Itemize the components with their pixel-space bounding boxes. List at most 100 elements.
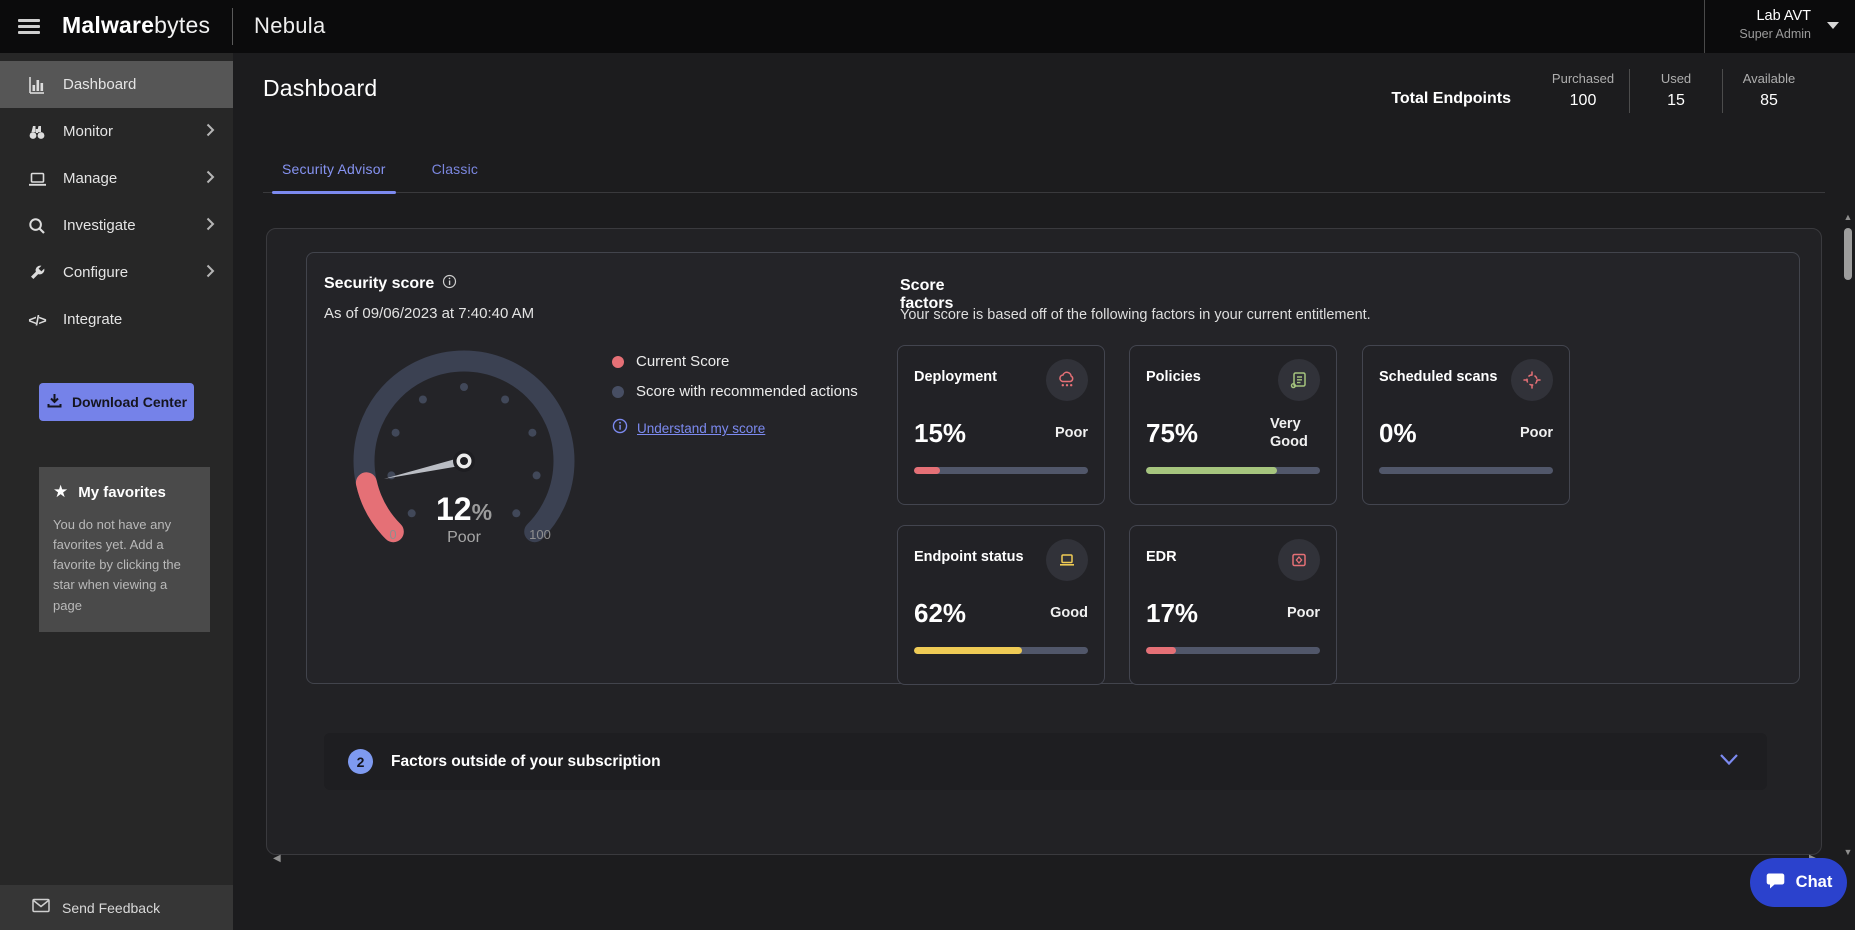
stat-label: Used — [1630, 69, 1722, 89]
factor-name: Scheduled scans — [1379, 369, 1497, 385]
factor-progress-fill — [914, 647, 1022, 654]
sidebar-item-monitor[interactable]: Monitor — [0, 108, 233, 155]
favorites-empty-text: You do not have any favorites yet. Add a… — [53, 515, 196, 616]
sidebar-item-label: Dashboard — [63, 76, 136, 93]
scroll-left-arrow[interactable]: ◀ — [273, 853, 281, 864]
factor-name: Endpoint status — [914, 549, 1024, 565]
sidebar-item-manage[interactable]: Manage — [0, 155, 233, 202]
chevron-right-icon — [206, 123, 215, 142]
understand-my-score-link[interactable]: Understand my score — [612, 418, 858, 439]
chat-bubble-icon — [1765, 871, 1786, 894]
tab-label: Classic — [432, 161, 479, 177]
star-icon: ★ — [53, 482, 68, 502]
search-icon — [26, 215, 48, 237]
security-advisor-panel: Security score As of 09/06/2023 at 7:40:… — [266, 228, 1822, 855]
send-feedback-label: Send Feedback — [62, 900, 160, 916]
total-endpoints-summary: Total Endpoints Purchased 100 Used 15 Av… — [1391, 69, 1815, 114]
tab-security-advisor[interactable]: Security Advisor — [280, 151, 388, 192]
factors-outside-label: Factors outside of your subscription — [391, 753, 661, 771]
sidebar-nav: Dashboard Monitor Manage Investiga — [0, 53, 233, 343]
sidebar-item-configure[interactable]: Configure — [0, 249, 233, 296]
gauge-max-label: 100 — [523, 527, 557, 542]
gauge-percent-sign: % — [472, 499, 492, 525]
top-bar: Malwarebytes Nebula Lab AVT Super Admin — [0, 0, 1855, 53]
factor-name: Policies — [1146, 369, 1201, 385]
sidebar-item-label: Manage — [63, 170, 117, 187]
security-score-title: Security score — [324, 275, 434, 293]
factor-status: Poor — [1520, 424, 1553, 442]
user-divider — [1704, 0, 1705, 53]
code-icon: </> — [26, 309, 48, 331]
sidebar-item-label: Configure — [63, 264, 128, 281]
user-menu[interactable]: Lab AVT Super Admin — [1739, 7, 1811, 42]
sidebar-item-investigate[interactable]: Investigate — [0, 202, 233, 249]
send-feedback-button[interactable]: Send Feedback — [0, 885, 233, 930]
chevron-down-icon[interactable] — [1719, 753, 1739, 771]
factors-outside-subscription-bar[interactable]: 2 Factors outside of your subscription — [324, 733, 1767, 790]
chevron-right-icon — [206, 264, 215, 283]
factor-percent: 15% — [914, 418, 966, 449]
brand-light: bytes — [154, 12, 210, 38]
security-score-card: Security score As of 09/06/2023 at 7:40:… — [306, 252, 1800, 684]
stat-available: Available 85 — [1723, 69, 1815, 114]
factor-status: Poor — [1287, 604, 1320, 622]
understand-link-label: Understand my score — [637, 421, 765, 436]
factor-percent: 17% — [1146, 598, 1198, 629]
chat-button[interactable]: Chat — [1750, 858, 1847, 907]
factor-percent: 0% — [1379, 418, 1417, 449]
factor-progress-track — [914, 467, 1088, 474]
sidebar-item-integrate[interactable]: </> Integrate — [0, 296, 233, 343]
sidebar-item-label: Monitor — [63, 123, 113, 140]
factor-card-policies: Policies 75% Very Good — [1129, 345, 1337, 505]
scroll-up-arrow[interactable]: ▲ — [1842, 212, 1854, 222]
user-caret-down-icon[interactable] — [1827, 22, 1839, 29]
factor-progress-track — [1146, 647, 1320, 654]
factor-name: EDR — [1146, 549, 1177, 565]
info-circle-icon — [612, 418, 628, 439]
topbar-divider — [232, 8, 233, 45]
factor-progress-fill — [1146, 467, 1277, 474]
tab-classic[interactable]: Classic — [430, 151, 481, 192]
legend-dot-current — [612, 356, 624, 368]
factor-card-edr: EDR 17% Poor — [1129, 525, 1337, 685]
download-center-button[interactable]: Download Center — [39, 383, 194, 421]
factor-progress-fill — [1146, 647, 1176, 654]
count-badge: 2 — [348, 749, 373, 774]
vertical-scrollbar[interactable]: ▲ ▼ — [1842, 212, 1854, 857]
envelope-icon — [32, 898, 50, 918]
malwarebytes-logo: Malwarebytes — [62, 12, 210, 39]
endpoint-laptop-icon — [1046, 539, 1088, 581]
legend-label: Current Score — [636, 353, 729, 370]
page-title: Dashboard — [263, 75, 377, 102]
gauge-value-number: 12 — [436, 491, 472, 527]
factor-card-endpoint-status: Endpoint status 62% Good — [897, 525, 1105, 685]
gauge-status-label: Poor — [319, 529, 609, 547]
hamburger-menu-icon[interactable] — [18, 16, 40, 36]
brand-bold: Malware — [62, 12, 154, 38]
bar-chart-icon — [26, 74, 48, 96]
active-tab-underline — [272, 191, 396, 194]
factor-percent: 62% — [914, 598, 966, 629]
gauge-legend: Current Score Score with recommended act… — [612, 353, 858, 439]
scroll-down-arrow[interactable]: ▼ — [1842, 847, 1854, 857]
factor-name: Deployment — [914, 369, 997, 385]
my-favorites-panel: ★ My favorites You do not have any favor… — [39, 467, 210, 632]
chevron-right-icon — [206, 170, 215, 189]
stat-value: 85 — [1723, 89, 1815, 114]
sidebar-item-dashboard[interactable]: Dashboard — [0, 61, 233, 108]
score-factors-subtitle: Your score is based off of the following… — [900, 307, 1700, 323]
deployment-cloud-icon — [1046, 359, 1088, 401]
security-score-gauge: 12% Poor 0 100 — [319, 331, 609, 571]
factor-card-scheduled-scans: Scheduled scans 0% Poor — [1362, 345, 1570, 505]
stat-value: 100 — [1537, 89, 1629, 114]
factor-percent: 75% — [1146, 418, 1198, 449]
scrollbar-thumb[interactable] — [1844, 228, 1852, 280]
legend-dot-recommended — [612, 386, 624, 398]
gauge-value: 12% — [319, 491, 609, 528]
legend-label: Score with recommended actions — [636, 383, 858, 400]
legend-recommended-score: Score with recommended actions — [612, 383, 858, 400]
info-icon[interactable] — [442, 274, 457, 294]
stat-label: Available — [1723, 69, 1815, 89]
policy-scroll-icon — [1278, 359, 1320, 401]
sidebar: Dashboard Monitor Manage Investiga — [0, 53, 233, 930]
